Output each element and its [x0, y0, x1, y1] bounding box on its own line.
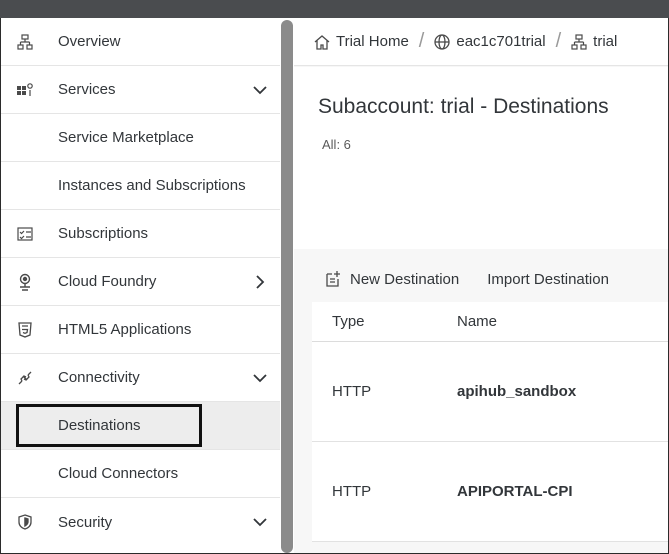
sidebar-item-label: Security — [58, 513, 113, 531]
chevron-down-icon[interactable] — [252, 370, 268, 386]
sidebar-item-label: Service Marketplace — [58, 129, 194, 146]
sidebar-item-label: Cloud Connectors — [58, 465, 179, 482]
column-header-name[interactable]: Name — [457, 313, 668, 330]
sidebar: Overview Services Service Marketplace In… — [1, 18, 280, 553]
hierarchy-icon — [571, 33, 587, 50]
sidebar-item-security[interactable]: Security — [1, 498, 280, 546]
chevron-right-icon[interactable] — [252, 274, 268, 290]
import-destination-button[interactable]: Import Destination — [487, 271, 609, 288]
selection-highlight-box — [16, 404, 202, 447]
sidebar-item-label: Subscriptions — [58, 225, 149, 242]
breadcrumb-item-trial-home[interactable]: Trial Home — [314, 33, 409, 50]
sidebar-item-cloud-foundry[interactable]: Cloud Foundry — [1, 258, 280, 306]
breadcrumb-label: eac1c701trial — [456, 33, 546, 50]
sidebar-item-label: Instances and Subscriptions — [58, 177, 246, 194]
cloud-foundry-icon — [16, 273, 34, 291]
cell-name: apihub_sandbox — [457, 383, 577, 400]
services-icon — [16, 81, 34, 99]
column-header-type[interactable]: Type — [312, 313, 457, 330]
new-destination-label: New Destination — [350, 270, 460, 288]
breadcrumb-separator: / — [418, 30, 425, 52]
checklist-icon — [16, 225, 34, 243]
cell-name: APIPORTAL-CPI — [457, 483, 573, 500]
breadcrumb-label: Trial Home — [336, 33, 409, 50]
sidebar-item-label: HTML5 Applications — [58, 321, 192, 338]
page-header: Subaccount: trial - Destinations All: 6 — [294, 67, 668, 249]
sidebar-item-connectivity[interactable]: Connectivity — [1, 354, 280, 402]
sidebar-item-label: Services — [58, 81, 116, 98]
table-row[interactable]: HTTP APIPORTAL-CPI — [312, 442, 668, 542]
home-icon — [314, 34, 330, 50]
chevron-down-icon[interactable] — [252, 514, 268, 530]
sidebar-item-cloud-connectors[interactable]: Cloud Connectors — [1, 450, 280, 498]
sidebar-scrollbar-thumb[interactable] — [281, 20, 293, 553]
cell-type: HTTP — [332, 383, 372, 400]
destinations-table: Type Name HTTP apihub_sandbox HTTP APIPO… — [312, 302, 668, 542]
cell-type: HTTP — [332, 483, 372, 500]
sidebar-item-overview[interactable]: Overview — [1, 18, 280, 66]
hierarchy-icon — [16, 33, 34, 51]
table-row[interactable]: HTTP apihub_sandbox — [312, 342, 668, 442]
sidebar-item-html5-applications[interactable]: HTML5 Applications — [1, 306, 280, 354]
import-destination-label: Import Destination — [487, 270, 609, 288]
sidebar-item-label: Connectivity — [58, 369, 140, 386]
sidebar-item-subscriptions[interactable]: Subscriptions — [1, 210, 280, 258]
shield-icon — [16, 513, 34, 531]
sidebar-item-label: Overview — [58, 33, 121, 50]
table-header: Type Name — [312, 302, 668, 342]
globe-icon — [434, 33, 451, 50]
html5-icon — [16, 321, 34, 339]
connectivity-icon — [16, 369, 34, 387]
page-title: Subaccount: trial - Destinations — [318, 95, 609, 118]
sidebar-item-label: Cloud Foundry — [58, 273, 157, 290]
new-document-icon — [324, 270, 342, 288]
breadcrumb-item-subaccount[interactable]: trial — [571, 33, 617, 50]
new-destination-button[interactable]: New Destination — [324, 270, 459, 288]
breadcrumb-separator: / — [555, 30, 562, 52]
destination-count: All: 6 — [322, 137, 351, 152]
chevron-down-icon[interactable] — [252, 82, 268, 98]
main-content: Trial Home / eac1c701trial / trial Subac… — [294, 18, 668, 553]
sidebar-item-service-marketplace[interactable]: Service Marketplace — [1, 114, 280, 162]
table-toolbar: New Destination Import Destination — [312, 256, 668, 302]
shell-bar — [0, 0, 669, 18]
breadcrumb-label: trial — [593, 33, 618, 50]
breadcrumb: Trial Home / eac1c701trial / trial — [294, 18, 668, 66]
breadcrumb-item-global-account[interactable]: eac1c701trial — [434, 33, 546, 50]
sidebar-item-services[interactable]: Services — [1, 66, 280, 114]
sidebar-item-instances-subscriptions[interactable]: Instances and Subscriptions — [1, 162, 280, 210]
